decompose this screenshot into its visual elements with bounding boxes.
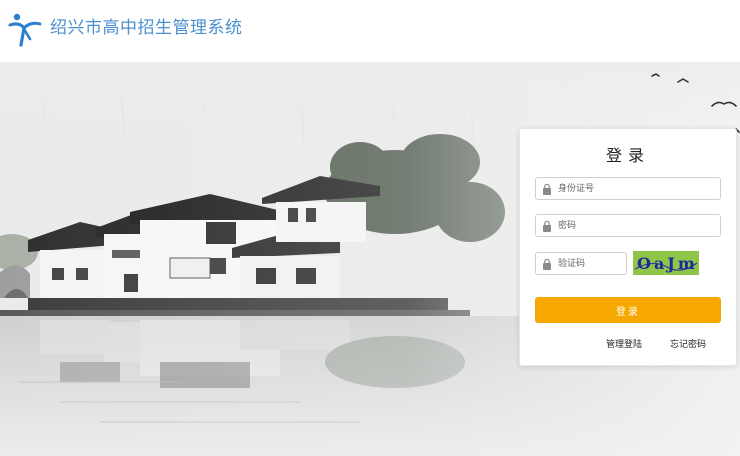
site-title: 绍兴市高中招生管理系统 [50,18,243,38]
captcha-text: OaJm [637,254,698,273]
id-number-field[interactable] [535,177,721,200]
password-field[interactable] [535,214,721,237]
id-number-input[interactable] [558,180,714,197]
lock-icon [543,220,551,232]
forgot-password-link[interactable]: 忘记密码 [670,339,706,351]
lock-icon [543,183,551,195]
site-header: 绍兴市高中招生管理系统 [0,0,740,62]
password-input[interactable] [558,217,714,234]
login-panel: 登录 OaJm 登录 管理登陆 忘记密码 [519,128,737,366]
admin-login-link[interactable]: 管理登陆 [606,339,642,351]
login-button[interactable]: 登录 [535,297,721,323]
lock-icon [543,258,551,270]
captcha-image[interactable]: OaJm [633,251,699,275]
captcha-input[interactable] [558,255,620,272]
login-title: 登录 [605,146,650,165]
person-leaping-logo-icon [8,13,42,47]
captcha-field[interactable] [535,252,627,275]
